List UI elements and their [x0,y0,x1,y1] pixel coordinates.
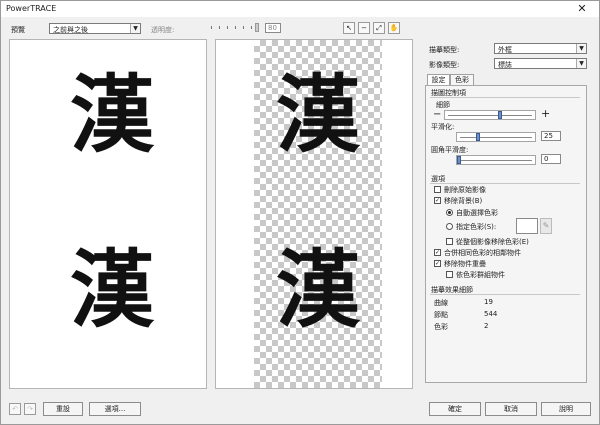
original-image: 漢 漢 [48,40,176,388]
preview-select-value: 之前與之後 [53,26,88,34]
specify-color-label: 指定色彩(S): [456,223,497,231]
group-color-checkbox[interactable] [446,271,453,278]
remove-overlap-label: 移除物件重疊 [444,260,486,268]
slider-thumb[interactable] [255,23,259,32]
glyph-top-traced: 漢 [275,65,360,164]
slider-thumb[interactable] [457,156,461,164]
specify-color-radio[interactable] [446,223,453,230]
settings-panel: 描圖控制項 細節 − + 平滑化: 25 圓角平滑度: 0 選項 刪除原始影像 … [425,85,587,383]
fit-icon[interactable]: ⤢ [373,22,385,34]
image-type-select[interactable]: 標誌 ▼ [494,58,587,69]
remove-background-label: 移除背景(B) [444,197,483,205]
slider-thumb[interactable] [476,133,480,141]
title-bar: PowerTRACE ✕ [1,1,599,17]
tab-color[interactable]: 色彩 [450,74,474,85]
transparency-slider[interactable] [211,23,261,33]
trace-type-select[interactable]: 外框 ▼ [494,43,587,54]
result-colors-value: 2 [484,322,489,330]
glyph-bottom-original: 漢 [69,240,154,339]
eyedropper-icon[interactable]: ✎ [540,218,552,234]
powertrace-window: PowerTRACE ✕ 預覽 之前與之後 ▼ 透明度: 80 ↖ − ⤢ ✋ … [0,0,600,425]
chevron-down-icon: ▼ [576,59,586,68]
corner-slider[interactable] [456,155,536,165]
pan-icon[interactable]: ✋ [388,22,400,34]
ok-button[interactable]: 確定 [429,402,481,416]
detail-plus-icon[interactable]: + [541,107,550,120]
result-curves-value: 19 [484,298,493,306]
delete-original-label: 刪除原始影像 [444,186,486,194]
group-color-label: 依色彩群組物件 [456,271,505,279]
color-swatch[interactable] [516,218,538,234]
help-button[interactable]: 說明 [541,402,591,416]
image-type-value: 標誌 [498,61,512,69]
pointer-icon[interactable]: ↖ [343,22,355,34]
window-title: PowerTRACE [6,4,57,13]
result-nodes-label: 節點 [434,311,448,319]
cancel-button[interactable]: 取消 [485,402,537,416]
merge-adjacent-label: 合併相同色彩的相鄰物件 [444,249,521,257]
traced-image-pane[interactable]: 漢 漢 [215,39,413,389]
slider-thumb[interactable] [498,111,502,119]
chevron-down-icon: ▼ [130,24,140,33]
remove-from-image-label: 從整個影像移除色彩(E) [456,238,529,246]
trace-type-value: 外框 [498,46,512,54]
smoothing-slider[interactable] [456,132,536,142]
smoothing-value[interactable]: 25 [541,131,561,141]
transparency-label: 透明度: [151,26,175,34]
merge-adjacent-checkbox[interactable]: ✓ [434,249,441,256]
zoom-out-icon[interactable]: − [358,22,370,34]
detail-minus-icon[interactable]: − [433,109,441,120]
delete-original-checkbox[interactable] [434,186,441,193]
options-button[interactable]: 選項... [89,402,141,416]
redo-icon[interactable]: ↷ [24,403,36,415]
smoothing-label: 平滑化: [431,123,455,131]
auto-color-radio[interactable] [446,209,453,216]
remove-background-checkbox[interactable]: ✓ [434,197,441,204]
result-nodes-value: 544 [484,310,498,318]
auto-color-label: 自動選擇色彩 [456,209,498,217]
result-colors-label: 色彩 [434,323,448,331]
transparency-value[interactable]: 80 [265,23,281,33]
detail-slider[interactable] [444,110,536,120]
reset-button[interactable]: 重設 [43,402,83,416]
image-type-label: 影像類型: [429,61,460,69]
corner-label: 圓角平滑度: [431,146,469,154]
trace-type-label: 描摹類型: [429,46,460,54]
glyph-bottom-traced: 漢 [275,240,360,339]
undo-icon[interactable]: ↶ [9,403,21,415]
result-curves-label: 曲線 [434,299,448,307]
close-icon[interactable]: ✕ [571,2,593,16]
chevron-down-icon: ▼ [576,44,586,53]
remove-from-image-checkbox[interactable] [446,238,453,245]
original-image-pane[interactable]: 漢 漢 [9,39,207,389]
remove-overlap-checkbox[interactable]: ✓ [434,260,441,267]
glyph-top-original: 漢 [69,65,154,164]
preview-label: 預覽 [11,26,25,34]
corner-value[interactable]: 0 [541,154,561,164]
traced-image: 漢 漢 [254,40,382,388]
tab-settings[interactable]: 設定 [427,74,450,85]
preview-select[interactable]: 之前與之後 ▼ [49,23,141,34]
